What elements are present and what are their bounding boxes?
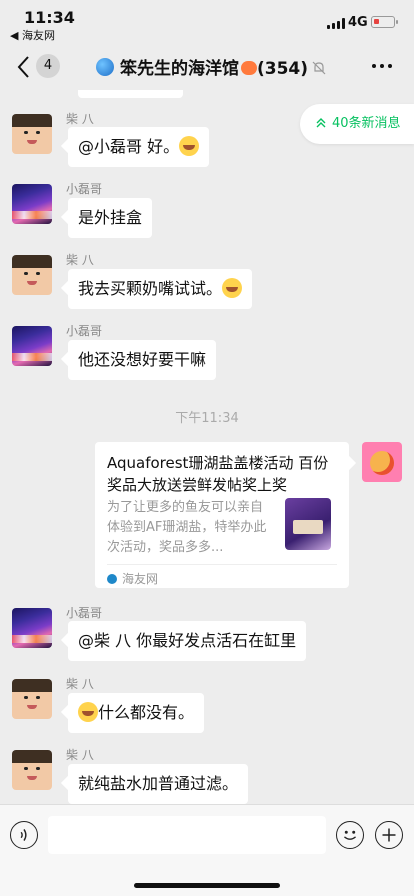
avatar[interactable] xyxy=(12,679,52,719)
message-input-bar xyxy=(0,804,414,896)
home-indicator xyxy=(134,883,280,888)
message-bubble[interactable]: 什么都没有。 xyxy=(68,693,205,733)
message-text: @小磊哥 好。 xyxy=(78,137,180,156)
avatar[interactable] xyxy=(12,750,52,790)
message-bubble[interactable]: 我去买颗奶嘴试试。 xyxy=(68,269,253,309)
unread-badge[interactable]: 4 xyxy=(36,54,60,78)
new-messages-button[interactable]: 40条新消息 xyxy=(300,104,414,144)
double-chevron-up-icon xyxy=(316,118,326,128)
sender-name: 柴 八 xyxy=(66,677,94,691)
message-text: 我去买颗奶嘴试试。 xyxy=(78,279,223,298)
message-bubble[interactable]: 就纯盐水加普通过滤。 xyxy=(68,764,249,804)
avatar[interactable] xyxy=(12,184,52,224)
status-bar: 11:34 ◀ 海友网 4G xyxy=(0,0,414,44)
chat-title: 笨先生的海洋馆 (354) xyxy=(96,54,346,79)
member-count: (354) xyxy=(257,59,309,79)
more-options-icon[interactable] xyxy=(372,64,392,70)
sender-name: 小磊哥 xyxy=(66,324,103,338)
back-to-app-link[interactable]: ◀ 海友网 xyxy=(10,27,55,43)
sender-name: 小磊哥 xyxy=(66,182,103,196)
link-card-description: 为了让更多的鱼友可以亲自体验到AF珊湖盐，特举办此次活动，奖品多多... xyxy=(107,500,267,555)
back-chevron-icon[interactable] xyxy=(16,55,32,79)
message-text: 是外挂盒 xyxy=(78,208,143,227)
plus-icon[interactable] xyxy=(375,821,403,849)
message-text: 他还没想好要干嘛 xyxy=(78,350,207,369)
network-type: 4G xyxy=(348,15,368,30)
link-card-thumbnail xyxy=(285,498,331,550)
link-card-source: 海友网 xyxy=(107,570,158,587)
facepalm-emoji-icon xyxy=(179,136,200,156)
mute-bell-icon xyxy=(312,61,326,75)
emoji-picker-icon[interactable] xyxy=(336,821,364,849)
battery-icon xyxy=(371,16,398,28)
new-messages-label: 40条新消息 xyxy=(332,116,401,131)
facepalm-emoji-icon xyxy=(78,702,98,722)
avatar[interactable] xyxy=(12,326,52,366)
message-input[interactable] xyxy=(48,816,326,854)
divider xyxy=(107,564,337,565)
message-text: @柴 八 你最好发点活石在缸里 xyxy=(78,631,297,650)
sender-name: 小磊哥 xyxy=(66,606,103,620)
voice-input-icon[interactable] xyxy=(10,821,38,849)
message-text: 就纯盐水加普通过滤。 xyxy=(78,774,239,793)
time-divider: 下午11:34 xyxy=(175,411,239,426)
message-bubble[interactable]: @柴 八 你最好发点活石在缸里 xyxy=(68,621,307,661)
link-card[interactable]: Aquaforest珊湖盐盖楼活动 百份奖品大放送尝鲜发帖奖上奖 为了让更多的鱼… xyxy=(95,442,349,588)
status-time: 11:34 xyxy=(24,8,75,27)
message-bubble[interactable]: 是外挂盒 xyxy=(68,198,153,238)
partial-message-bubble xyxy=(78,90,183,98)
globe-icon xyxy=(96,58,114,76)
message-bubble[interactable]: @小磊哥 好。 xyxy=(68,127,210,167)
sushi-emoji-icon xyxy=(241,61,257,75)
chat-message-list[interactable]: 40条新消息 柴 八 @小磊哥 好。 小磊哥 是外挂盒 柴 八 我去买颗奶嘴试试… xyxy=(0,90,414,804)
sender-name: 柴 八 xyxy=(66,253,94,267)
avatar[interactable] xyxy=(12,114,52,154)
chat-title-text: 笨先生的海洋馆 xyxy=(120,59,239,79)
chat-header: 4 笨先生的海洋馆 (354) xyxy=(0,44,414,90)
message-text: 什么都没有。 xyxy=(98,703,195,722)
sender-name: 柴 八 xyxy=(66,748,94,762)
facepalm-emoji-icon xyxy=(222,278,243,298)
link-card-source-name: 海友网 xyxy=(122,572,159,586)
avatar[interactable] xyxy=(12,608,52,648)
source-logo-icon xyxy=(107,574,117,584)
avatar[interactable] xyxy=(12,255,52,295)
my-avatar[interactable] xyxy=(362,442,402,482)
signal-icon xyxy=(327,18,345,29)
link-card-title: Aquaforest珊湖盐盖楼活动 百份奖品大放送尝鲜发帖奖上奖 xyxy=(107,454,329,494)
message-bubble[interactable]: 他还没想好要干嘛 xyxy=(68,340,217,380)
sender-name: 柴 八 xyxy=(66,112,94,126)
